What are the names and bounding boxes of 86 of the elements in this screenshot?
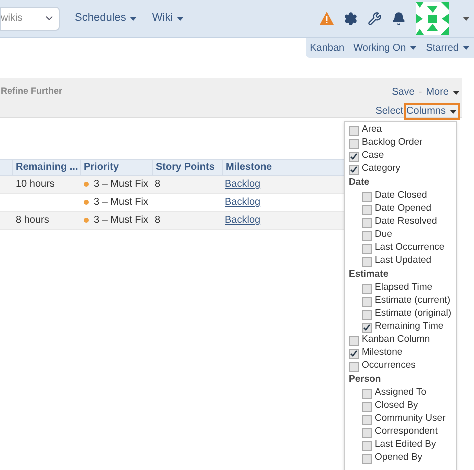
milestone-link[interactable]: Backlog xyxy=(225,197,261,208)
search-field[interactable]: wikis xyxy=(0,6,60,30)
table-cell-text: 3 – Must Fix xyxy=(94,214,148,228)
column-option[interactable]: Date Opened xyxy=(349,203,456,216)
table-cell: 8 xyxy=(155,215,161,226)
warning-icon[interactable] xyxy=(320,12,334,25)
checkbox[interactable] xyxy=(362,454,372,464)
column-option[interactable]: Case xyxy=(349,150,456,163)
column-option[interactable]: Last Edited By xyxy=(349,439,456,452)
column-option[interactable]: Milestone xyxy=(349,347,456,360)
tools-icon[interactable] xyxy=(368,12,382,26)
columns-menu-button[interactable]: Columns xyxy=(404,103,460,120)
column-option[interactable]: Backlog Order xyxy=(349,137,456,150)
checkbox[interactable] xyxy=(349,362,359,372)
sub-nav-link[interactable]: Starred xyxy=(426,40,470,56)
column-option[interactable]: Category xyxy=(349,163,456,176)
checkbox[interactable] xyxy=(349,126,359,136)
refine-further-label: Refine Further xyxy=(0,85,63,98)
caret-icon xyxy=(450,110,457,114)
column-option[interactable]: Opened By xyxy=(349,452,456,465)
checkbox[interactable] xyxy=(362,388,372,398)
checkbox[interactable] xyxy=(362,218,372,228)
checkbox[interactable] xyxy=(362,322,372,332)
column-option[interactable]: Date Closed xyxy=(349,190,456,203)
column-option[interactable]: Estimate (original) xyxy=(349,308,456,321)
milestone-link[interactable]: Backlog xyxy=(225,179,261,190)
column-option[interactable]: Community User xyxy=(349,413,456,426)
column-option[interactable]: Date Resolved xyxy=(349,216,456,229)
column-header[interactable]: Milestone xyxy=(222,160,290,175)
caret-icon xyxy=(130,16,138,20)
bell-icon[interactable] xyxy=(392,12,406,26)
group-heading: Person xyxy=(349,373,382,387)
group-heading: Date xyxy=(349,176,371,190)
checkbox[interactable] xyxy=(362,428,372,438)
column-option[interactable]: Assigned To xyxy=(349,387,456,400)
table-cell: 10 hours xyxy=(16,179,55,190)
checkbox[interactable] xyxy=(362,204,372,214)
checkbox[interactable] xyxy=(349,138,359,148)
checkbox[interactable] xyxy=(362,402,372,412)
table-cell-text: 3 – Must Fix xyxy=(94,196,148,210)
group-heading: Estimate xyxy=(349,268,390,282)
checkbox[interactable] xyxy=(362,244,372,254)
more-menu[interactable]: More xyxy=(426,85,460,100)
column-option[interactable]: Remaining Time xyxy=(349,321,456,334)
checkbox[interactable] xyxy=(349,348,359,358)
table-cell-text: 3 – Must Fix xyxy=(94,178,148,192)
save-link[interactable]: Save xyxy=(392,85,415,100)
column-option[interactable]: Area xyxy=(349,124,456,137)
column-header[interactable]: Story Points xyxy=(152,160,222,175)
column-option[interactable]: Due xyxy=(349,229,456,242)
checkbox[interactable] xyxy=(349,336,359,346)
sub-nav-link[interactable]: Kanban xyxy=(310,40,345,56)
column-option[interactable]: Occurrences xyxy=(349,360,456,373)
column-option[interactable]: Last Updated xyxy=(349,255,456,268)
caret-icon xyxy=(463,16,470,20)
column-option[interactable]: Kanban Column xyxy=(349,334,456,347)
column-option[interactable]: Closed By xyxy=(349,400,456,413)
checkbox[interactable] xyxy=(362,230,372,240)
column-option[interactable]: Elapsed Time xyxy=(349,282,456,295)
sub-nav-link[interactable]: Working On xyxy=(354,40,418,56)
nav-menu[interactable]: Wiki xyxy=(152,10,184,27)
checkbox[interactable] xyxy=(362,414,372,424)
milestone-link[interactable]: Backlog xyxy=(225,215,261,226)
checkbox[interactable] xyxy=(362,192,372,202)
column-header[interactable]: Priority xyxy=(80,160,152,175)
column-option[interactable]: Correspondent xyxy=(349,426,456,439)
checkbox[interactable] xyxy=(349,152,359,162)
nav-menu[interactable]: Schedules xyxy=(75,10,138,27)
checkbox[interactable] xyxy=(349,164,359,174)
search-value: wikis xyxy=(1,12,23,26)
table-cell: 8 xyxy=(155,179,161,190)
checkbox[interactable] xyxy=(362,256,372,266)
caret-icon xyxy=(177,16,184,20)
column-option[interactable]: Estimate (current) xyxy=(349,295,456,308)
avatar-icon[interactable] xyxy=(416,2,449,35)
caret-icon xyxy=(453,90,460,94)
separator: - xyxy=(418,86,422,100)
checkbox[interactable] xyxy=(362,296,372,306)
checkbox[interactable] xyxy=(362,310,372,320)
column-option[interactable]: Last Occurrence xyxy=(349,242,456,255)
settings-icon[interactable] xyxy=(344,12,358,26)
checkbox[interactable] xyxy=(362,284,372,294)
select-label: Select xyxy=(376,105,404,119)
table-cell: 8 hours xyxy=(16,215,50,226)
checkbox[interactable] xyxy=(362,440,372,450)
column-header[interactable]: Remaining ... xyxy=(12,160,80,175)
